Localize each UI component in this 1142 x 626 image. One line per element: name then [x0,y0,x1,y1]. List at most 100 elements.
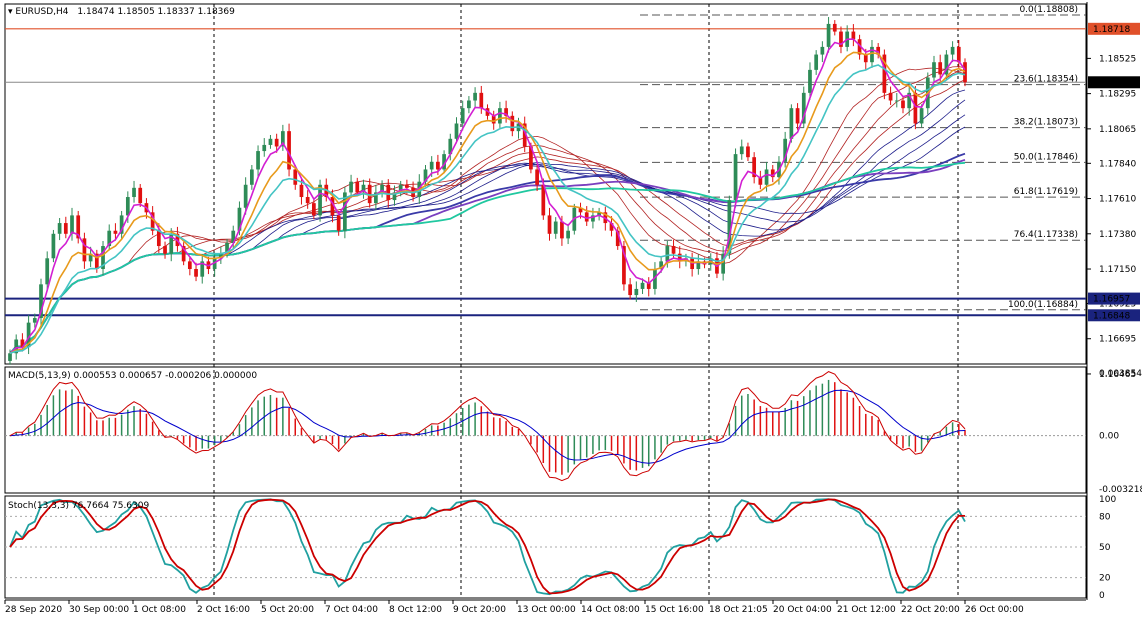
price-tick-label: 1.17610 [1099,195,1136,205]
candle [132,180,136,203]
stoch-axis-label: 80 [1099,512,1111,522]
candle [696,254,701,275]
candle-body [299,184,304,198]
current-price-tag: 1.18369 [1088,76,1140,89]
candle-body [467,100,471,109]
time-tick-label: 2 Oct 16:00 [197,605,250,615]
ribbon-ma-6 [9,114,966,354]
candle [901,96,905,114]
symbol-name: EURUSD,H4 [15,7,68,17]
candle-body [243,184,248,208]
candle [597,207,601,221]
candle [820,41,825,63]
time-tick-label: 22 Oct 20:00 [901,605,960,615]
candle [280,124,285,151]
candle-body [355,181,360,193]
candle-body [349,181,353,193]
candle-body [535,169,539,185]
candle-body [8,353,12,361]
candle [218,246,223,264]
candle [566,223,570,245]
candle-body [560,221,564,239]
time-tick-label: 28 Sep 2020 [5,605,62,615]
price-tick-label: 1.16695 [1099,335,1136,345]
candle [739,139,744,160]
candle [932,55,936,82]
candle-body [628,284,632,296]
price-tick-label: 1.18295 [1099,90,1136,100]
candle-body [739,146,744,155]
candle-body [312,203,316,216]
candle [380,180,384,198]
candle-body [634,288,639,296]
fib-label-3: 50.0(1.17846) [1014,152,1078,162]
candle [504,100,508,123]
candle [249,165,254,190]
candle-body [274,138,279,147]
candle-body [826,23,831,47]
candle [63,216,68,239]
candle [349,174,353,199]
candle-body [553,221,558,234]
fib-label-2: 38.2(1.18073) [1014,118,1078,128]
candle-body [932,62,936,78]
candle-body [194,269,198,277]
candle-body [950,46,955,55]
current-price-tag-text: 1.18369 [1093,78,1130,88]
chart-svg[interactable]: 0.0(1.18808) 23.6(1.18354) 38.2(1.18073) 50… [0,0,1142,622]
time-tick-label: 5 Oct 20:00 [261,605,314,615]
candle [57,218,62,241]
candle [82,232,87,269]
price-tick-label: 1.17840 [1099,159,1136,169]
candle-body [547,215,552,234]
candle-body [901,100,905,109]
time-tick-label: 30 Sep 00:00 [69,605,129,615]
candle-body [938,62,943,75]
candle [832,20,837,36]
fib-label-0: 0.0(1.18808) [1019,5,1078,15]
candle [367,178,372,208]
price-tick-label: 1.17150 [1099,265,1136,275]
macd-axis-label: 0.003854 [1099,369,1142,379]
candle [963,58,967,87]
resistance-price-tag: 1.18718 [1088,22,1140,35]
candle-body [113,230,118,234]
time-tick-label: 14 Oct 08:00 [581,605,640,615]
candle-body [510,115,515,132]
candle [839,26,843,54]
candle [814,50,819,75]
candle-body [832,23,837,32]
stoch-axis-label: 20 [1099,574,1111,584]
candle [746,142,750,162]
candle-body [894,100,899,102]
candle-body [429,161,434,170]
candle-body [956,46,961,63]
candle-body [336,215,341,231]
stoch-label: Stoch(13,3,3) 76.7664 75.6309 [8,501,149,511]
candle-body [814,54,819,70]
candle [268,134,273,149]
stoch-axis-label: 100 [1099,495,1116,505]
stoch-axis-label: 0 [1099,591,1105,601]
chart-window[interactable]: 0.0(1.18808) 23.6(1.18354) 38.2(1.18073) 50… [0,0,1142,622]
price-tick-label: 1.18525 [1099,54,1136,64]
candle [795,103,800,130]
candle-body [45,258,50,285]
candle-body [454,123,459,139]
candle-body [436,161,440,170]
candle-body [820,46,825,55]
candle [628,278,632,300]
candle-body [386,184,391,201]
candle [163,241,167,259]
stoch-signal-line [9,498,966,595]
candle [467,96,471,114]
candle [758,170,763,190]
candle-body [63,223,68,234]
time-tick-label: 8 Oct 12:00 [389,605,442,615]
candle [907,87,912,116]
candle-body [156,230,161,247]
candle-body [665,246,670,262]
candle-body [293,169,298,185]
candle-body [919,108,924,124]
candle-body [888,92,893,101]
